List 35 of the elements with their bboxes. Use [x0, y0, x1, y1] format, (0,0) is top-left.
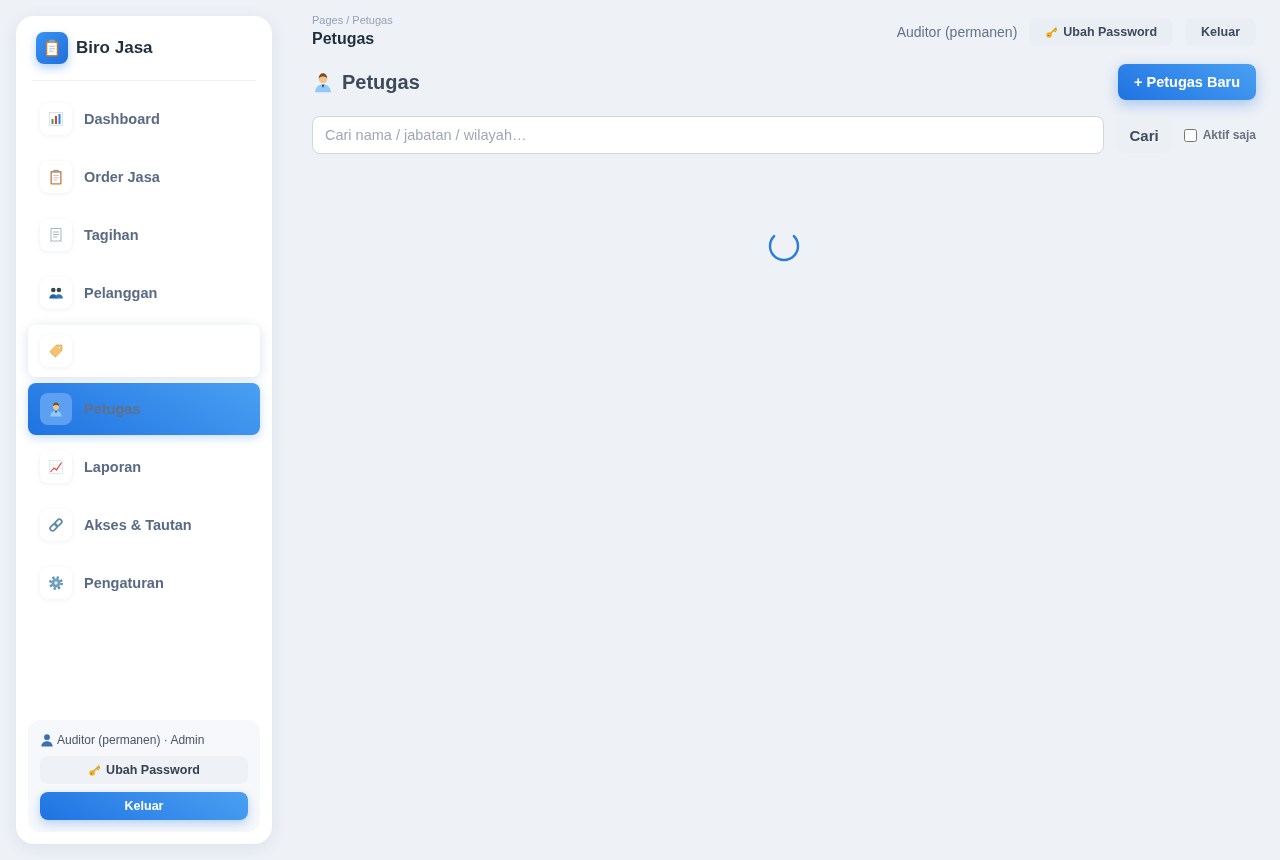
sidebar-item[interactable]: Laporan: [28, 441, 260, 493]
user-icon: [40, 733, 54, 747]
user-info: Auditor (permanen) · Admin: [57, 733, 205, 747]
clipboard-icon: [36, 32, 68, 64]
breadcrumb: Pages / Petugas: [312, 13, 393, 27]
line-chart-icon: [40, 451, 72, 483]
office-worker-icon: [40, 393, 72, 425]
change-password-button[interactable]: Ubah Password: [1029, 18, 1174, 46]
new-petugas-button[interactable]: + Petugas Baru: [1118, 64, 1256, 100]
user-name: Auditor (permanen): [896, 24, 1018, 40]
receipt-icon: [40, 219, 72, 251]
office-worker-icon: [312, 71, 334, 93]
sidebar-item[interactable]: Akses & Tautan: [28, 499, 260, 551]
gear-icon: [40, 567, 72, 599]
sidebar-item[interactable]: Pengaturan: [28, 557, 260, 609]
logout-button[interactable]: Keluar: [1185, 18, 1256, 46]
page-title: Petugas: [342, 70, 420, 94]
search-field[interactable]: Cari nama / jabatan / wilayah…: [312, 116, 1105, 154]
change-password-button[interactable]: Ubah Password: [40, 756, 248, 784]
brand-name: Biro Jasa: [76, 38, 153, 58]
page-header-title: Petugas: [312, 29, 376, 49]
key-icon: [88, 763, 102, 777]
bar-chart-icon: [40, 103, 72, 135]
key-icon: [1045, 25, 1059, 39]
chain-link-icon: [40, 509, 72, 541]
active-only-label[interactable]: Aktif saja: [1202, 128, 1256, 142]
sidebar-item[interactable]: Pelanggan: [28, 267, 260, 319]
tag-icon: [40, 335, 72, 367]
logout-button[interactable]: Keluar: [40, 792, 248, 820]
two-people-icon: [40, 277, 72, 309]
sidebar-item[interactable]: Tagihan: [28, 209, 260, 261]
active-only-checkbox[interactable]: [1183, 128, 1197, 142]
sidebar-item[interactable]: Order Jasa: [28, 151, 260, 203]
sidebar-item[interactable]: Dashboard: [28, 93, 260, 145]
clipboard-icon: [40, 161, 72, 193]
